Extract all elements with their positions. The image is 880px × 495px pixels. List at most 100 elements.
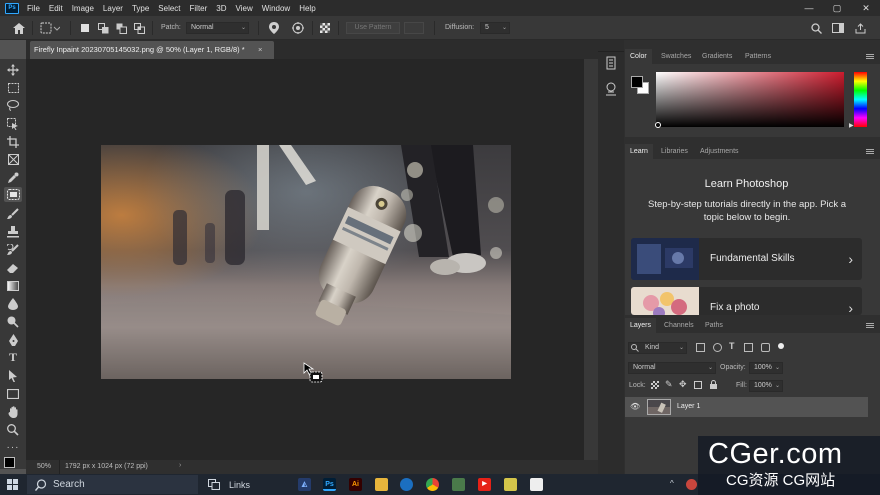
chrome-browser-icon[interactable] <box>426 478 439 491</box>
gradient-tool-icon[interactable] <box>4 278 22 293</box>
zoom-tool-icon[interactable] <box>4 422 22 437</box>
pixel-layer-filter-icon[interactable] <box>696 343 705 352</box>
hue-slider-handle[interactable]: ▶ <box>849 122 854 129</box>
share-icon[interactable] <box>852 20 868 36</box>
app-icon[interactable] <box>530 478 543 491</box>
minimize-icon[interactable]: — <box>798 0 820 16</box>
home-icon[interactable] <box>10 20 28 36</box>
illustrator-taskbar-icon[interactable]: Ai <box>349 478 362 491</box>
rectangle-tool-icon[interactable] <box>4 386 22 401</box>
tab-color[interactable]: Color <box>625 49 652 64</box>
learn-card-fix-a-photo[interactable]: Fix a photo › <box>631 287 862 315</box>
lock-transparent-icon[interactable] <box>651 381 659 389</box>
edge-browser-icon[interactable] <box>400 478 413 491</box>
tab-libraries[interactable]: Libraries <box>656 144 693 159</box>
history-brush-tool-icon[interactable] <box>4 242 22 257</box>
frame-tool-icon[interactable] <box>4 152 22 167</box>
pen-tool-icon[interactable] <box>4 332 22 347</box>
destination-icon[interactable] <box>290 20 306 36</box>
foreground-color-swatch[interactable] <box>631 76 643 88</box>
taskbar-search-input[interactable]: Search <box>27 475 198 494</box>
menu-window[interactable]: Window <box>262 4 290 13</box>
menu-type[interactable]: Type <box>132 4 149 13</box>
menu-select[interactable]: Select <box>158 4 180 13</box>
panel-menu-icon[interactable] <box>866 323 874 328</box>
photoshop-taskbar-icon[interactable]: Ps <box>323 478 336 491</box>
tab-patterns[interactable]: Patterns <box>740 49 776 64</box>
crop-tool-icon[interactable] <box>4 134 22 149</box>
dodge-tool-icon[interactable] <box>4 314 22 329</box>
panel-menu-icon[interactable] <box>866 54 874 59</box>
patch-mode-select[interactable]: Normal ⌄ <box>186 22 249 34</box>
pattern-picker[interactable] <box>404 22 424 34</box>
document-image[interactable] <box>101 145 511 379</box>
patch-tool-icon[interactable] <box>4 187 22 202</box>
tray-chevron-icon[interactable]: ^ <box>670 479 674 488</box>
transparent-pattern-icon[interactable] <box>318 20 332 36</box>
menu-3d[interactable]: 3D <box>216 4 226 13</box>
lock-image-icon[interactable]: ✎ <box>665 379 673 390</box>
history-panel-icon[interactable] <box>604 56 618 70</box>
panel-menu-icon[interactable] <box>866 149 874 154</box>
menu-view[interactable]: View <box>236 4 253 13</box>
layer-row[interactable]: 👁 Layer 1 <box>625 397 868 417</box>
layer-name[interactable]: Layer 1 <box>677 403 700 410</box>
tab-swatches[interactable]: Swatches <box>656 49 696 64</box>
blur-tool-icon[interactable] <box>4 296 22 311</box>
app-icon[interactable] <box>504 478 517 491</box>
menu-image[interactable]: Image <box>72 4 94 13</box>
opacity-input[interactable]: 100% ⌄ <box>749 362 783 374</box>
app-icon[interactable]: ◭ <box>298 478 311 491</box>
eraser-tool-icon[interactable] <box>4 260 22 275</box>
tab-adjustments[interactable]: Adjustments <box>695 144 744 159</box>
tray-app-icon[interactable] <box>686 479 697 490</box>
adjustment-layer-filter-icon[interactable] <box>713 343 722 352</box>
status-arrow-icon[interactable]: › <box>179 462 181 469</box>
file-explorer-icon[interactable] <box>375 478 388 491</box>
patch-tool-preset-icon[interactable] <box>38 20 62 36</box>
source-icon[interactable] <box>266 20 282 36</box>
type-tool-icon[interactable]: T <box>4 350 22 365</box>
windows-start-icon[interactable] <box>7 479 18 490</box>
maximize-icon[interactable]: ▢ <box>826 0 848 16</box>
more-tools-icon[interactable]: ··· <box>4 440 22 455</box>
fill-input[interactable]: 100% ⌄ <box>749 380 783 392</box>
brush-tool-icon[interactable] <box>4 206 22 221</box>
move-tool-icon[interactable] <box>4 62 22 77</box>
tab-layers[interactable]: Layers <box>625 318 657 333</box>
object-selection-tool-icon[interactable] <box>4 116 22 131</box>
menu-filter[interactable]: Filter <box>190 4 208 13</box>
use-pattern-button[interactable]: Use Pattern <box>346 22 400 34</box>
eyedropper-tool-icon[interactable] <box>4 170 22 185</box>
properties-panel-icon[interactable] <box>604 82 618 96</box>
tab-learn[interactable]: Learn <box>625 144 653 159</box>
filter-toggle-icon[interactable] <box>778 343 784 349</box>
eye-icon[interactable]: 👁 <box>630 402 640 411</box>
smart-object-filter-icon[interactable] <box>761 343 770 352</box>
document-tab[interactable]: Firefly Inpaint 20230705145032.png @ 50%… <box>30 41 274 59</box>
links-toolbar[interactable]: Links <box>229 480 250 490</box>
close-tab-icon[interactable]: × <box>258 41 262 59</box>
workspace-icon[interactable] <box>830 20 846 36</box>
lock-artboard-icon[interactable] <box>694 381 702 389</box>
lock-all-icon[interactable] <box>710 380 717 389</box>
subtract-from-selection-icon[interactable] <box>114 20 128 36</box>
blend-mode-select[interactable]: Normal ⌄ <box>628 362 716 374</box>
search-icon[interactable] <box>808 20 824 36</box>
zoom-level[interactable]: 50% <box>37 463 51 470</box>
color-saturation-field[interactable] <box>656 72 844 127</box>
path-selection-tool-icon[interactable] <box>4 368 22 383</box>
learn-card-fundamental-skills[interactable]: Fundamental Skills › <box>631 238 862 280</box>
foreground-color-swatch[interactable] <box>4 457 15 468</box>
marquee-tool-icon[interactable] <box>4 80 22 95</box>
tab-gradients[interactable]: Gradients <box>697 49 737 64</box>
new-selection-icon[interactable] <box>78 20 92 36</box>
lock-position-icon[interactable]: ✥ <box>679 379 687 390</box>
close-icon[interactable]: ✕ <box>855 0 877 16</box>
youtube-icon[interactable]: ▶ <box>478 478 491 491</box>
app-icon[interactable] <box>452 478 465 491</box>
color-picker-handle[interactable] <box>655 122 661 128</box>
add-to-selection-icon[interactable] <box>96 20 110 36</box>
task-view-icon[interactable] <box>208 479 220 490</box>
menu-edit[interactable]: Edit <box>49 4 63 13</box>
